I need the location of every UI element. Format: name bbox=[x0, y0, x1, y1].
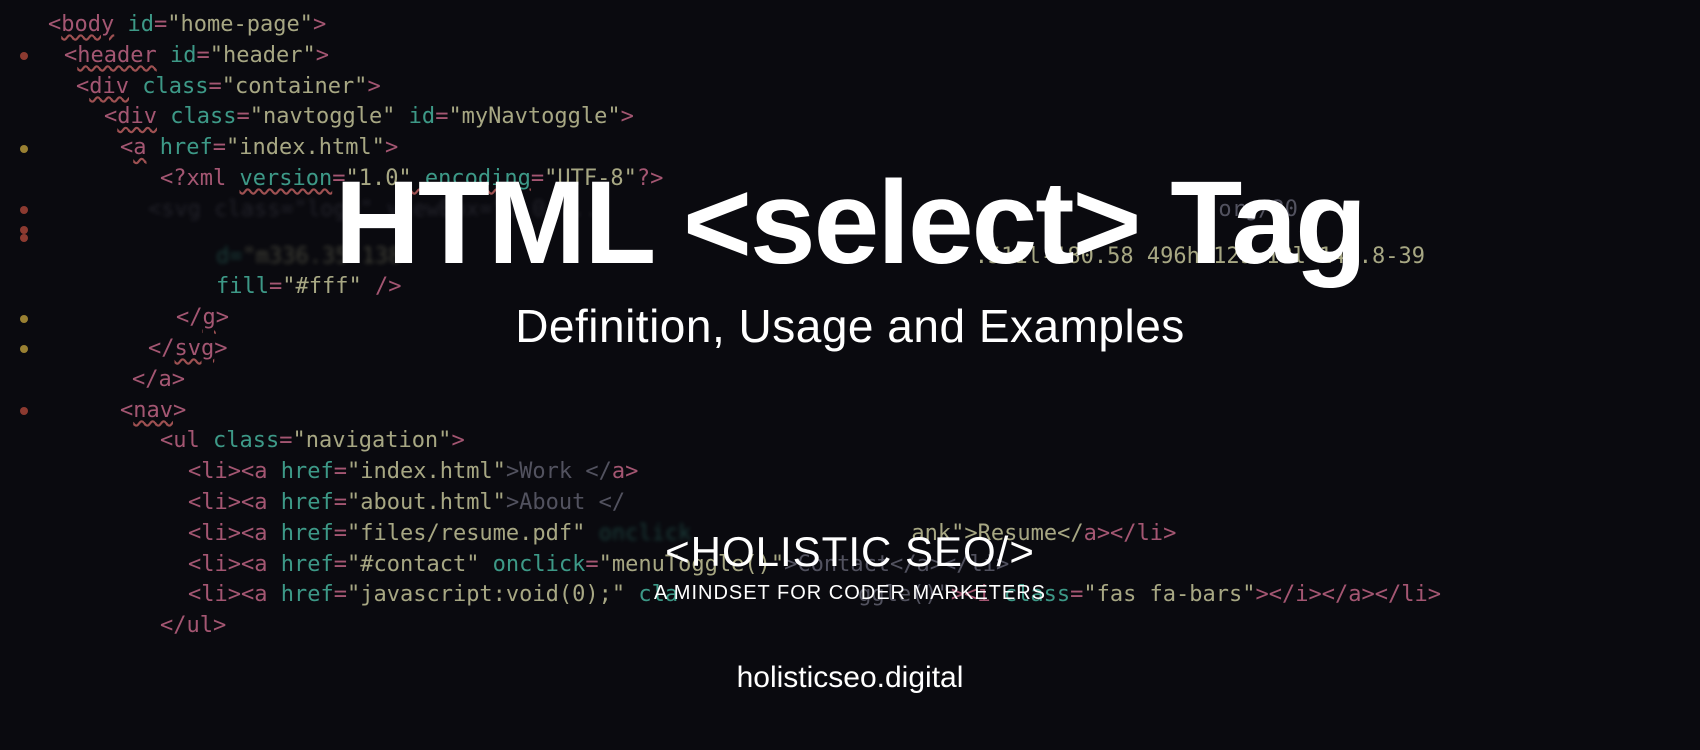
brand-name: <HOLISTIC SEO/> bbox=[0, 528, 1700, 576]
hero-title: HTML <select> Tag bbox=[335, 155, 1366, 291]
brand-tagline: A MINDSET FOR CODER MARKETERS bbox=[0, 582, 1700, 605]
brand-block: <HOLISTIC SEO/> A MINDSET FOR CODER MARK… bbox=[0, 528, 1700, 605]
hero-subtitle: Definition, Usage and Examples bbox=[515, 299, 1185, 353]
brand-domain: holisticseo.digital bbox=[0, 661, 1700, 695]
hero-overlay: HTML <select> Tag Definition, Usage and … bbox=[0, 0, 1700, 750]
